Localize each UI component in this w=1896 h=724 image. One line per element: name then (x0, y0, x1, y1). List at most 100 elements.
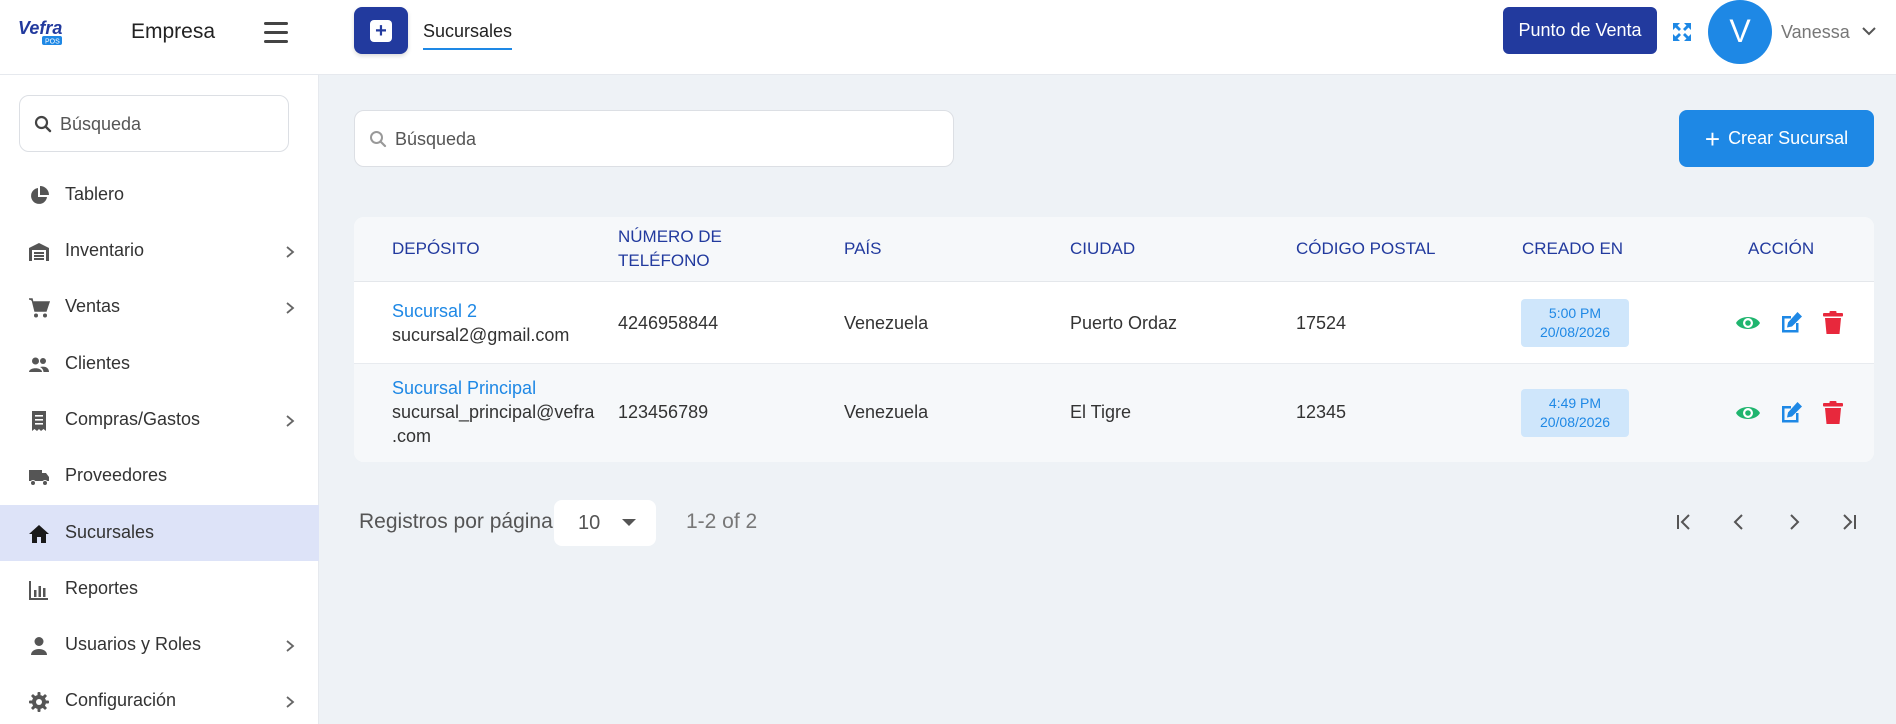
sidebar-item-configuracion[interactable]: Configuración (0, 673, 319, 724)
plus-square-icon: + (370, 19, 392, 42)
sidebar-item-inventario[interactable]: Inventario (0, 223, 319, 279)
view-icon[interactable] (1735, 400, 1761, 426)
fullscreen-icon[interactable] (1670, 20, 1694, 44)
branch-name-link[interactable]: Sucursal 2 (392, 299, 477, 323)
sidebar-item-label: Compras/Gastos (65, 409, 201, 429)
col-ciudad[interactable]: CIUDAD (1070, 237, 1135, 261)
vefra-logo: Vefra POS (18, 18, 62, 46)
created-time: 4:49 PM (1548, 395, 1602, 411)
add-tab-button[interactable]: + (354, 7, 408, 54)
created-date-badge: 4:49 PM 20/08/2026 (1521, 389, 1629, 437)
col-deposito[interactable]: DEPÓSITO (392, 237, 480, 261)
branch-phone: 4246958844 (618, 313, 719, 333)
svg-text:Vefra: Vefra (18, 18, 62, 38)
sidebar-item-label: Usuarios y Roles (65, 634, 202, 654)
edit-icon[interactable] (1778, 400, 1804, 426)
sidebar-item-label: Ventas (65, 296, 121, 316)
last-page-icon[interactable] (1837, 510, 1861, 534)
chevron-right-icon (286, 415, 295, 427)
sidebar-item-tablero[interactable]: Tablero (0, 167, 319, 223)
sidebar-item-label: Clientes (65, 353, 131, 373)
caret-down-icon (622, 519, 636, 526)
chevron-down-icon[interactable] (1861, 24, 1877, 38)
menu-toggle-icon[interactable] (264, 22, 288, 44)
branch-country: Venezuela (844, 402, 929, 422)
col-codigo-postal[interactable]: CÓDIGO POSTAL (1296, 237, 1436, 261)
delete-icon[interactable] (1820, 400, 1846, 426)
main-search[interactable] (354, 110, 954, 167)
created-date: 20/08/2026 (1539, 414, 1611, 430)
rows-per-page-value: 10 (578, 512, 601, 534)
sidebar-item-reportes[interactable]: Reportes (0, 561, 319, 617)
sidebar-item-label: Configuración (65, 690, 177, 710)
sidebar-item-label: Sucursales (65, 522, 155, 542)
sidebar-item-proveedores[interactable]: Proveedores (0, 448, 319, 504)
branch-email-cont: .com (392, 426, 432, 446)
sucursales-table: DEPÓSITO NÚMERO DE TELÉFONO PAÍS CIUDAD … (354, 217, 1874, 462)
plus-icon: + (1704, 123, 1721, 154)
sidebar-item-clientes[interactable]: Clientes (0, 336, 319, 392)
receipt-icon (32, 411, 46, 431)
sidebar-item-label: Inventario (65, 240, 145, 260)
branch-city: Puerto Ordaz (1070, 313, 1178, 333)
chevron-right-icon (286, 302, 295, 314)
table-row: Sucursal 2 sucursal2@gmail.com 424695884… (354, 282, 1874, 364)
created-date: 20/08/2026 (1539, 324, 1611, 340)
sidebar-item-compras-gastos[interactable]: Compras/Gastos (0, 392, 319, 448)
table-header: DEPÓSITO NÚMERO DE TELÉFONO PAÍS CIUDAD … (354, 217, 1874, 282)
warehouse-icon (29, 243, 49, 261)
search-icon (370, 131, 387, 148)
sidebar-item-label: Reportes (65, 578, 139, 598)
search-icon (34, 115, 52, 133)
cart-icon (29, 298, 50, 318)
user-name[interactable]: Vanessa (1781, 22, 1850, 43)
pos-button[interactable]: Punto de Venta (1503, 7, 1657, 54)
home-icon (29, 525, 49, 543)
create-sucursal-button[interactable]: + Crear Sucursal (1679, 110, 1874, 167)
col-creado-en[interactable]: CREADO EN (1522, 237, 1623, 261)
sidebar: Tablero Inventario Ventas Clientes (0, 75, 319, 724)
tab-sucursales[interactable]: Sucursales (423, 21, 513, 50)
branch-country: Venezuela (844, 313, 929, 333)
main-search-input[interactable] (395, 119, 935, 159)
rows-per-page-select[interactable]: 10 (554, 500, 656, 546)
sidebar-item-usuarios-roles[interactable]: Usuarios y Roles (0, 617, 319, 673)
chevron-right-icon (286, 640, 295, 652)
first-page-icon[interactable] (1672, 510, 1696, 534)
branch-email: sucursal_principal@vefra (392, 402, 595, 422)
branch-name-link[interactable]: Sucursal Principal (392, 376, 536, 400)
created-date-badge: 5:00 PM 20/08/2026 (1521, 299, 1629, 347)
col-pais[interactable]: PAÍS (844, 237, 881, 261)
chevron-right-icon (286, 246, 295, 258)
branch-city: El Tigre (1070, 402, 1132, 422)
edit-icon[interactable] (1778, 310, 1804, 336)
col-telefono-line2[interactable]: TELÉFONO (618, 249, 710, 273)
table-row: Sucursal Principal sucursal_principal@ve… (354, 364, 1874, 462)
delete-icon[interactable] (1820, 310, 1846, 336)
view-icon[interactable] (1735, 310, 1761, 336)
svg-text:POS: POS (45, 39, 60, 46)
chart-pie-icon (31, 186, 49, 204)
avatar[interactable]: V (1708, 0, 1772, 64)
prev-page-icon[interactable] (1727, 510, 1751, 534)
created-time: 5:00 PM (1548, 305, 1602, 321)
top-header: Vefra POS Empresa + Sucursales Punto de … (0, 0, 1896, 75)
sidebar-search-input[interactable] (60, 104, 280, 144)
sidebar-item-label: Proveedores (65, 465, 168, 485)
sidebar-item-sucursales[interactable]: Sucursales (0, 505, 319, 561)
pagination-range: 1-2 of 2 (686, 510, 758, 533)
gear-icon (29, 692, 49, 712)
sidebar-item-ventas[interactable]: Ventas (0, 279, 319, 335)
col-accion: ACCIÓN (1748, 239, 1815, 258)
company-name: Empresa (131, 20, 216, 43)
sidebar-search[interactable] (19, 95, 289, 152)
branch-email: sucursal2@gmail.com (392, 325, 570, 345)
branch-postal: 17524 (1296, 313, 1347, 333)
next-page-icon[interactable] (1782, 510, 1806, 534)
branch-phone: 123456789 (618, 402, 709, 422)
sidebar-item-label: Tablero (65, 184, 125, 204)
create-sucursal-label: Crear Sucursal (1728, 128, 1849, 148)
col-telefono-line1[interactable]: NÚMERO DE (618, 225, 722, 249)
bar-chart-icon (29, 581, 48, 600)
branch-postal: 12345 (1296, 402, 1347, 422)
